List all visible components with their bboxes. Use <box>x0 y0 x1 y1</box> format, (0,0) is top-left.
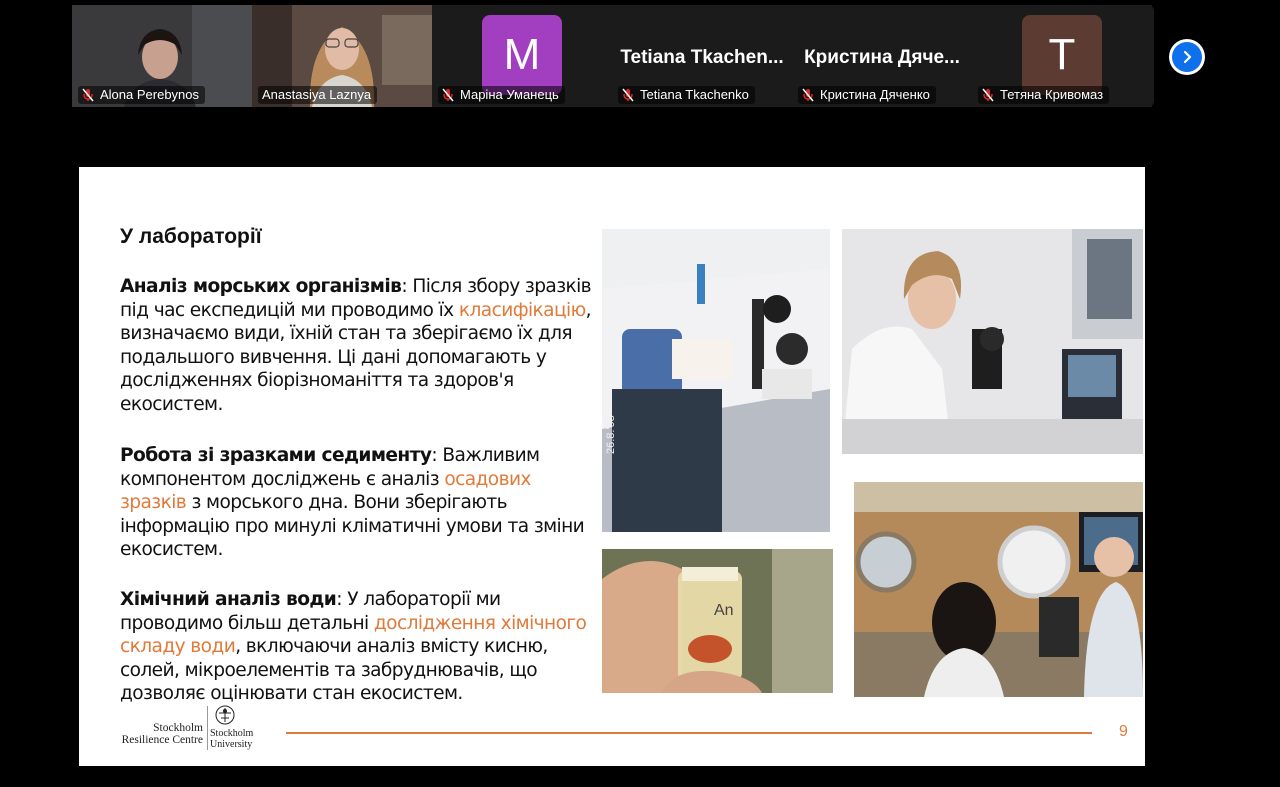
participant-tile-marina[interactable]: M Маріна Уманець <box>432 5 612 107</box>
photo-ship-lab <box>854 482 1143 697</box>
participant-tile-tetiana-tkachenko[interactable]: Tetiana Tkachen... Tetiana Tkachenko <box>612 5 792 107</box>
su-logo-line2: University <box>210 739 253 750</box>
highlight-text: класифікацію <box>458 299 586 321</box>
src-logo-line2: Resilience Centre <box>121 734 203 746</box>
participant-tile-krystyna[interactable]: Кристина Дяче... Кристина Дяченко <box>792 5 972 107</box>
logo-divider <box>207 706 208 750</box>
mic-muted-icon <box>622 88 634 102</box>
photo-lab-bench: 26.8.'98 <box>602 229 830 532</box>
su-logo-line1: Stockholm <box>210 728 254 739</box>
paragraph-heading: Аналіз морських організмів <box>120 276 402 297</box>
name-tag: Кристина Дяченко <box>798 86 936 104</box>
paragraph-heading: Хімічний аналіз води <box>120 589 337 610</box>
next-participants-button[interactable] <box>1169 39 1205 75</box>
participant-tile-alona[interactable]: Alona Perebynos <box>72 5 252 107</box>
participant-name: Тетяна Кривомаз <box>1000 87 1104 102</box>
mic-muted-icon <box>82 88 94 102</box>
paragraph-marine-organisms: Аналіз морських організмів: Після збору … <box>120 275 602 416</box>
photo-scientist-microscope <box>842 229 1143 454</box>
display-name: Tetiana Tkachen... <box>620 47 784 68</box>
photo-sample-vial: An <box>602 549 833 693</box>
participant-name: Маріна Уманець <box>460 87 559 102</box>
participant-name: Tetiana Tkachenko <box>640 87 749 102</box>
name-tag: Alona Perebynos <box>78 86 206 104</box>
mic-muted-icon <box>982 88 994 102</box>
name-tag: Tetiana Tkachenko <box>618 86 755 104</box>
shared-slide: У лабораторії Аналіз морських організмів… <box>79 167 1145 766</box>
participant-tile-anastasiya[interactable]: Anastasiya Laznya <box>252 5 432 107</box>
participant-name: Anastasiya Laznya <box>262 87 372 102</box>
name-tag: Anastasiya Laznya <box>258 86 378 104</box>
slide-title: У лабораторії <box>120 225 262 248</box>
name-tag: Маріна Уманець <box>438 86 565 104</box>
su-logo-text: Stockholm University <box>210 728 253 750</box>
photo-date-stamp: 26.8.'98 <box>605 415 617 454</box>
participant-name: Кристина Дяченко <box>820 87 930 102</box>
avatar: T <box>1022 15 1102 95</box>
footer-divider <box>286 732 1092 734</box>
mic-muted-icon <box>802 88 814 102</box>
src-logo-line1: Stockholm <box>153 722 203 734</box>
paragraph-water-chemistry: Хімічний аналіз води: У лабораторії ми п… <box>120 588 602 706</box>
mic-muted-icon <box>442 88 454 102</box>
su-crest-icon <box>213 704 237 731</box>
stockholm-logos: Stockholm Resilience Centre Stockholm Un… <box>105 704 285 752</box>
name-tag: Тетяна Кривомаз <box>978 86 1110 104</box>
page-number: 9 <box>1119 723 1128 740</box>
participant-tile-tetiana-kryvomaz[interactable]: T Тетяна Кривомаз <box>972 5 1152 107</box>
avatar: M <box>482 15 562 95</box>
participant-name: Alona Perebynos <box>100 87 200 102</box>
src-logo-text: Stockholm Resilience Centre <box>105 722 203 746</box>
vial-label: An <box>714 602 734 619</box>
display-name: Кристина Дяче... <box>804 47 960 68</box>
paragraph-sediment: Робота зі зразками седименту: Важливим к… <box>120 444 602 562</box>
paragraph-heading: Робота зі зразками седименту <box>120 445 432 466</box>
paragraph-text: з морського дна. Вони зберігають інформа… <box>120 492 585 560</box>
chevron-right-icon <box>1172 42 1202 72</box>
